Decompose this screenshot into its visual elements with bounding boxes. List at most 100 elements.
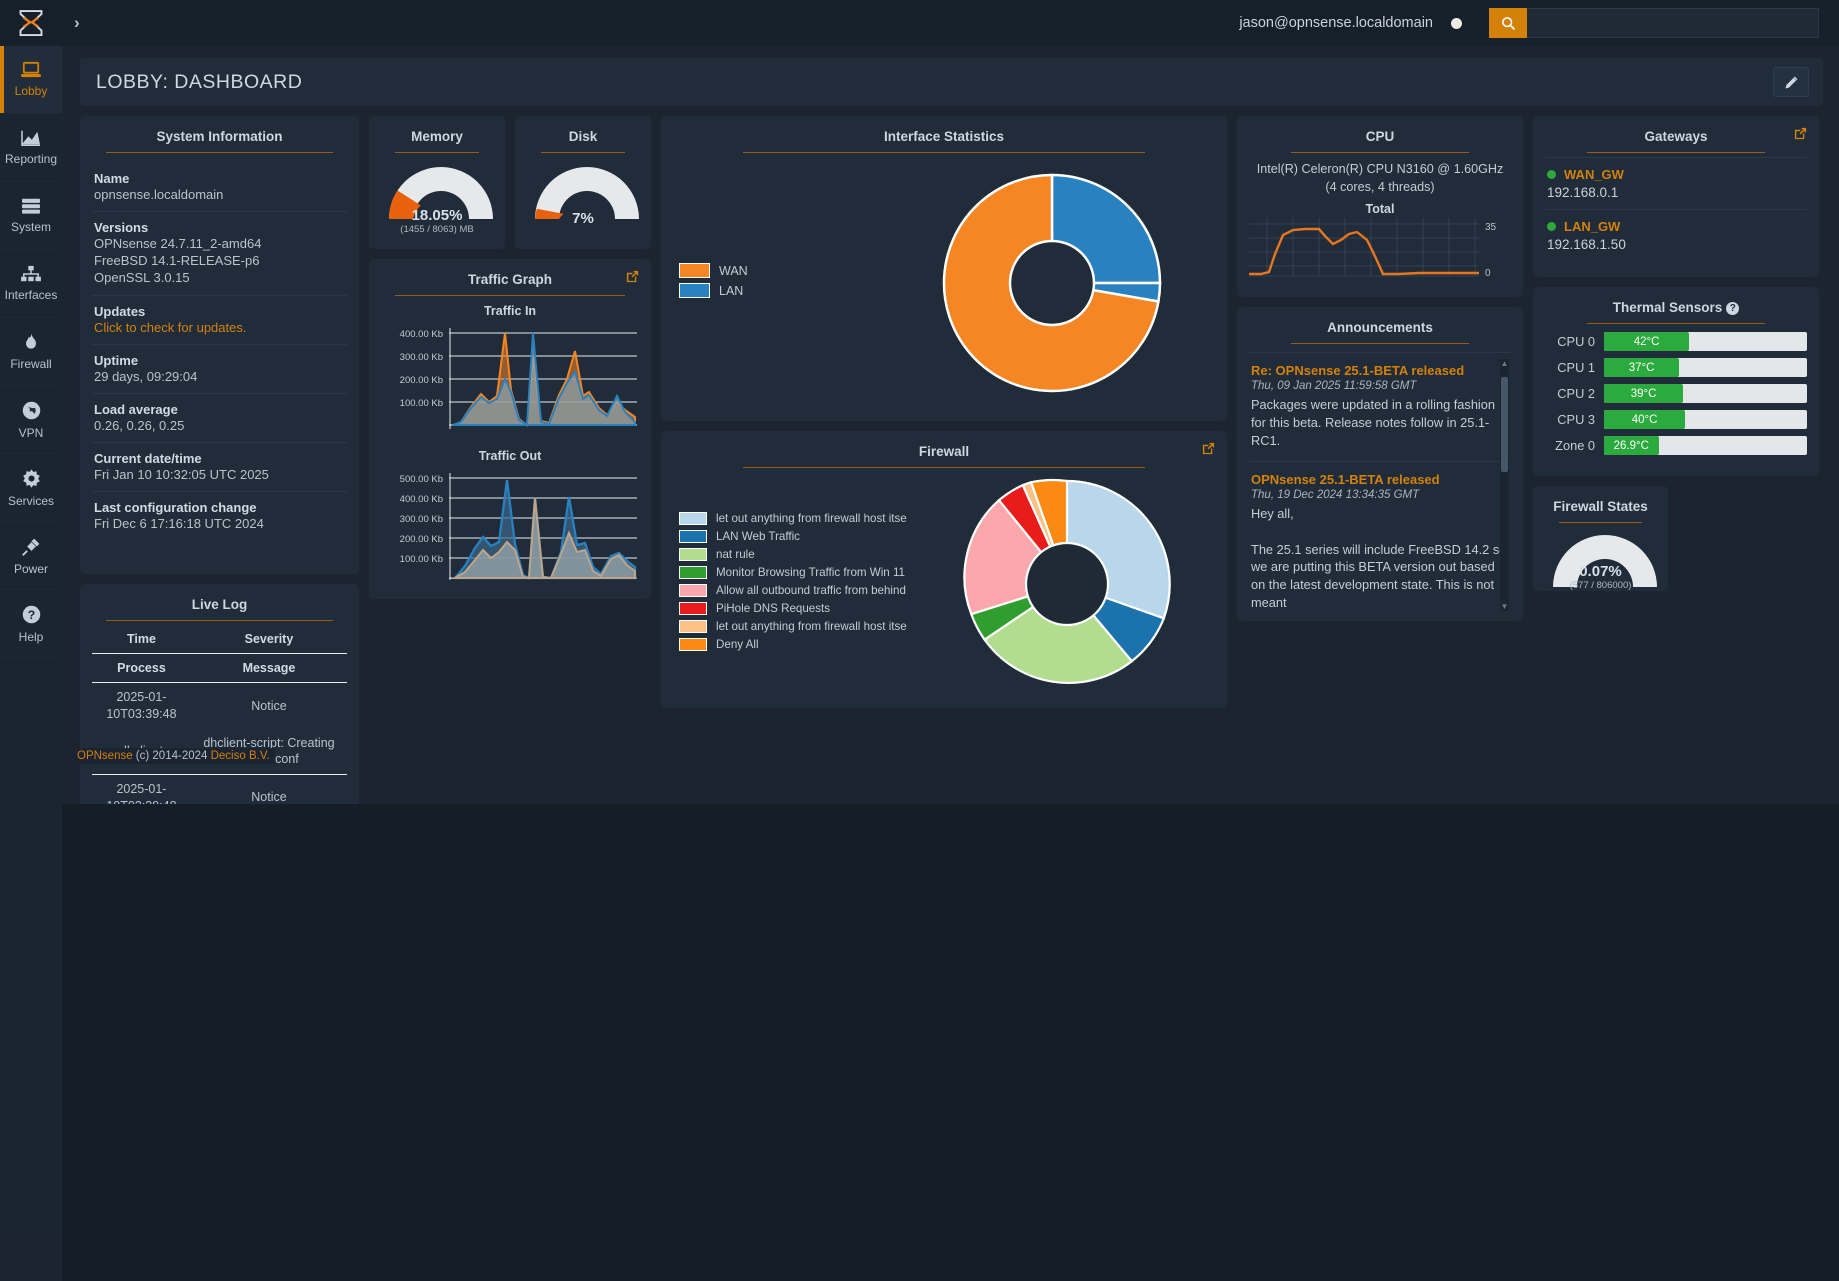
legend-swatch [679,620,707,633]
legend-swatch [679,548,707,561]
title-rule [1587,152,1765,153]
legend-item[interactable]: Deny All [679,638,918,651]
sidebar-item-label: Services [7,493,54,508]
main-content: LOBBY: DASHBOARD System Information Name [62,46,1839,1281]
thermal-row-cpu-2: CPU 2 39°C [1545,384,1807,403]
help-circle-icon[interactable]: ? [1726,301,1740,315]
legend-label: LAN Web Traffic [716,530,800,543]
sidebar-item-vpn[interactable]: VPN [0,386,62,454]
widget-memory: Memory 18.05% (1455 / 8063) MB [369,116,505,249]
legend-item[interactable]: PiHole DNS Requests [679,602,918,615]
announcements-scroll-area[interactable]: Re: OPNsense 25.1-BETA released Thu, 09 … [1249,352,1511,617]
svg-text:200.00 Kb: 200.00 Kb [400,534,443,545]
sidebar-item-help[interactable]: ? Help [0,590,62,658]
sysinfo-value: FreeBSD 14.1-RELEASE-p6 [94,253,260,269]
thermal-bar: 40°C [1604,410,1807,429]
gateway-item-wan-gw[interactable]: WAN_GW 192.168.0.1 [1545,157,1807,209]
widget-title: Disk [568,129,598,144]
chart-area-icon [20,129,42,147]
thermal-sensors-title-text: Thermal Sensors [1612,300,1723,315]
legend-label: Deny All [716,638,759,651]
sysinfo-key: Name [94,171,130,186]
thermal-label: CPU 1 [1557,360,1595,375]
sysinfo-value: OpenSSL 3.0.15 [94,270,190,286]
live-log-head: Time Severity Process Message [92,625,347,684]
disk-percent: 7% [572,210,594,227]
announcement-item[interactable]: Re: OPNsense 25.1-BETA released Thu, 09 … [1249,353,1511,463]
external-link-icon[interactable] [1201,441,1216,461]
search-button[interactable] [1489,8,1527,38]
sidebar-item-power[interactable]: Power [0,522,62,590]
thermal-label: CPU 3 [1557,412,1595,427]
sysinfo-row-uptime: Uptime 29 days, 09:29:04 [92,343,347,393]
column-header-severity: Severity [190,625,347,655]
sysinfo-value: 29 days, 09:29:04 [94,368,198,384]
legend-item[interactable]: let out anything from firewall host itse [679,512,918,525]
sidebar-item-lobby[interactable]: Lobby [0,46,62,114]
sysinfo-key: Updates [94,303,146,319]
announcement-title[interactable]: OPNsense 25.1-BETA released [1251,472,1509,487]
thermal-row-cpu-3: CPU 3 40°C [1545,410,1807,429]
title-rule [743,152,1145,153]
check-for-updates-link[interactable]: Click to check for updates. [94,319,345,336]
sysinfo-key: Versions [94,220,149,236]
scrollbar-thumb[interactable] [1501,377,1508,473]
table-row[interactable]: 2025-01-10T03:39:48 Notice [92,683,347,729]
legend-item[interactable]: WAN [679,263,888,278]
page-header: LOBBY: DASHBOARD [80,58,1823,106]
widget-title: Memory [411,129,463,144]
legend-label: nat rule [716,548,755,561]
announcement-title[interactable]: Re: OPNsense 25.1-BETA released [1251,363,1509,378]
sidebar-item-system[interactable]: System [0,182,62,250]
gateway-item-lan-gw[interactable]: LAN_GW 192.168.1.50 [1545,209,1807,261]
gauge-row: Memory 18.05% (1455 / 8063) MB Disk 7% [369,116,651,249]
title-rule [1559,522,1642,523]
sidebar: Lobby Reporting System Interfaces Firewa [0,46,62,1235]
donut-hole [1024,541,1109,627]
traffic-out-title: Traffic Out [478,449,542,463]
widget-title: Announcements [1327,320,1433,336]
sysinfo-key: Uptime [94,352,139,368]
sidebar-item-interfaces[interactable]: Interfaces [0,250,62,318]
footer-company[interactable]: Deciso B.V. [211,750,270,762]
interface-statistics-legend: WAN LAN [673,263,888,303]
external-link-icon[interactable] [1793,126,1808,146]
widget-gateways: Gateways WAN_GW 192.168.0.1 LAN_GW 192.1… [1533,116,1819,277]
legend-item[interactable]: Allow all outbound traffic from behind [679,584,918,597]
widget-title: Firewall [918,444,970,459]
gateway-name[interactable]: LAN_GW [1564,219,1620,234]
traffic-in-chart: 400.00 Kb 300.00 Kb 200.00 Kb 100.00 Kb [381,322,639,437]
widget-system-information: System Information Name opnsense.localdo… [80,116,359,575]
sidebar-item-services[interactable]: Services [0,454,62,522]
search-input[interactable] [1527,8,1819,38]
legend-item[interactable]: Monitor Browsing Traffic from Win 11 [679,566,918,579]
widget-cpu: CPU Intel(R) Celeron(R) CPU N3160 @ 1.60… [1237,116,1523,298]
announcement-item[interactable]: OPNsense 25.1-BETA released Thu, 19 Dec … [1249,462,1511,617]
opnsense-logo[interactable] [0,0,62,46]
widget-thermal-sensors: Thermal Sensors? CPU 0 42°C CPU 1 37°C C… [1533,287,1819,476]
legend-item[interactable]: LAN [679,283,888,298]
thermal-value: 40°C [1631,413,1658,426]
announcements-scrollbar[interactable]: ▲ ▼ [1500,359,1509,612]
log-severity: Notice [251,698,287,713]
sysinfo-row-load-average: Load average 0.26, 0.26, 0.25 [92,392,347,442]
sysinfo-key: Last configuration change [94,500,257,516]
sidebar-item-firewall[interactable]: Firewall [0,318,62,386]
widget-announcements: Announcements Re: OPNsense 25.1-BETA rel… [1237,307,1523,622]
globe-icon [21,400,42,421]
legend-item[interactable]: nat rule [679,548,918,561]
gateway-name[interactable]: WAN_GW [1564,167,1624,182]
app-body: Lobby Reporting System Interfaces Firewa [0,46,1839,1281]
scroll-down-arrow-icon[interactable]: ▼ [1500,602,1509,611]
top-bar-right: jason@opnsense.localdomain [1239,0,1839,46]
gateway-name-row: LAN_GW [1547,219,1805,234]
edit-dashboard-button[interactable] [1773,67,1809,97]
legend-item[interactable]: LAN Web Traffic [679,530,918,543]
gateway-address: 192.168.0.1 [1547,185,1619,200]
sysinfo-value: 0.26, 0.26, 0.25 [94,417,185,433]
external-link-icon[interactable] [625,269,640,289]
sidebar-item-reporting[interactable]: Reporting [0,114,62,182]
legend-item[interactable]: let out anything from firewall host itse [679,620,918,633]
sidebar-toggle-chevron-icon[interactable]: › [74,13,80,33]
scroll-up-arrow-icon[interactable]: ▲ [1500,359,1509,368]
